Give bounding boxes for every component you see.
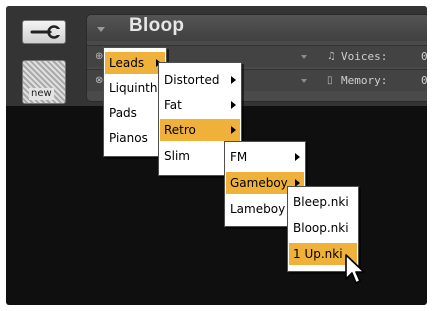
submenu-arrow-icon [295,153,300,161]
instrument-name[interactable]: Bloop [129,15,184,37]
wrench-button[interactable] [22,20,66,44]
menu-item-leads[interactable]: Leads [105,52,165,74]
menu-item-pads[interactable]: Pads [105,102,165,124]
menu-item-retro[interactable]: Retro [160,119,240,141]
menu-item-bloop-nki[interactable]: Bloop.nki [289,217,357,239]
menu-item-liquinth[interactable]: Liquinth [105,77,165,99]
menu-item-distorted[interactable]: Distorted [160,69,240,91]
memory-icon: ▯ [327,75,333,86]
midi-dropdown-arrow-icon[interactable] [301,79,307,83]
menu-item-bleep-nki[interactable]: Bleep.nki [289,191,357,213]
mouse-cursor-icon [345,254,365,284]
menu-item-pianos[interactable]: Pianos [105,127,165,149]
menu-item-fm[interactable]: FM [226,146,304,168]
voices-value: 0 [421,50,427,63]
output-dropdown-arrow-icon[interactable] [301,55,307,59]
wrench-icon [30,25,61,39]
menu-item-fat[interactable]: Fat [160,94,240,116]
instrument-title-bar: Bloop [87,15,427,41]
voices-label: Voices: [341,50,388,63]
submenu-arrow-icon [231,101,236,109]
new-button-label: new [29,88,54,100]
memory-label: Memory: [341,74,388,87]
collapse-arrow-icon[interactable] [97,27,105,32]
submenu-arrow-icon [231,126,236,134]
new-instrument-button[interactable]: new [22,60,66,104]
submenu-arrow-icon [231,76,236,84]
voices-icon: ♫ [327,51,336,62]
memory-value: 0 [421,74,427,87]
